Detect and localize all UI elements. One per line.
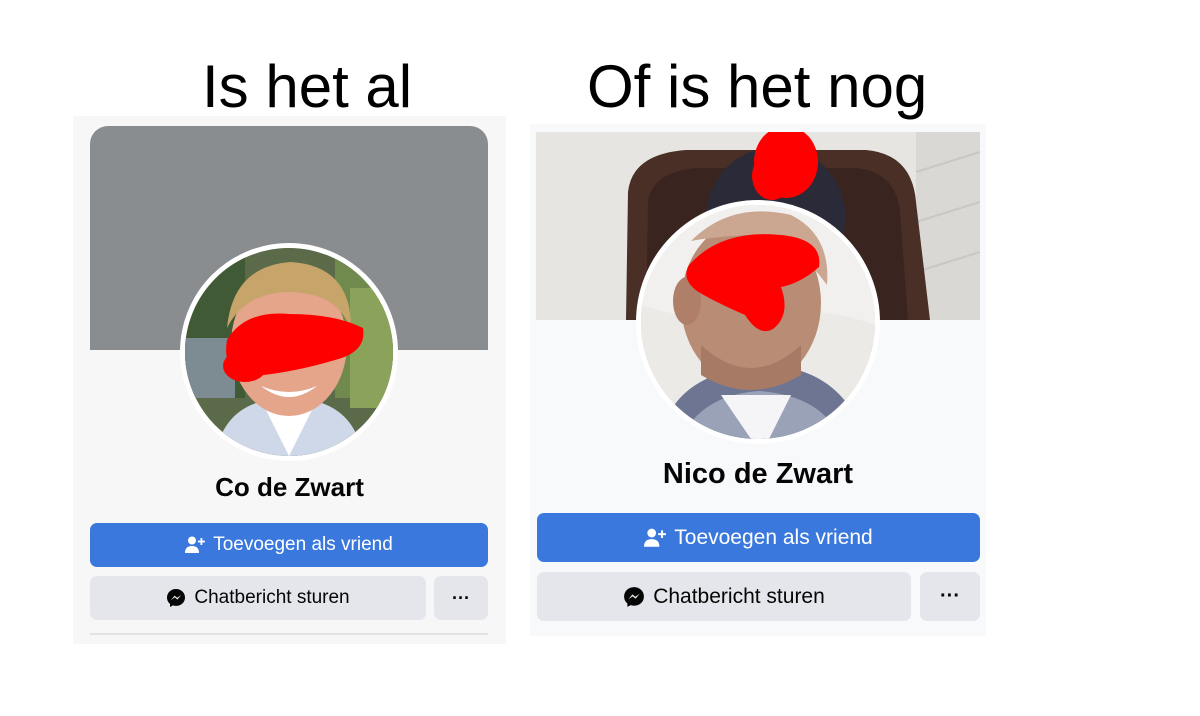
person-plus-icon: [644, 528, 667, 548]
send-message-button[interactable]: Chatbericht sturen: [90, 576, 426, 620]
profile-photo-image: [185, 248, 393, 456]
more-options-button[interactable]: ···: [434, 576, 488, 620]
profile-name: Co de Zwart: [215, 472, 364, 502]
send-message-label: Chatbericht sturen: [194, 587, 350, 608]
send-message-button[interactable]: Chatbericht sturen: [537, 572, 911, 621]
more-dots-icon: ···: [452, 587, 470, 608]
add-friend-button[interactable]: Toevoegen als vriend: [537, 513, 980, 562]
profile-card-left: Co de Zwart Toevoegen als vriend Chatber…: [73, 116, 506, 644]
send-message-label: Chatbericht sturen: [653, 584, 825, 608]
messenger-icon: [623, 586, 645, 608]
more-options-button[interactable]: ···: [920, 572, 980, 621]
add-friend-label: Toevoegen als vriend: [674, 525, 873, 549]
messenger-icon: [166, 588, 186, 608]
profile-picture[interactable]: [180, 243, 398, 461]
more-dots-icon: ···: [940, 585, 960, 607]
divider: [90, 633, 488, 635]
heading-left: Is het al: [202, 53, 413, 120]
profile-photo-image: [641, 205, 875, 439]
person-plus-icon: [185, 536, 206, 554]
profile-name: Nico de Zwart: [662, 458, 854, 490]
profile-picture[interactable]: [636, 200, 880, 444]
add-friend-button[interactable]: Toevoegen als vriend: [90, 523, 488, 567]
heading-right: Of is het nog: [587, 53, 928, 120]
profile-card-right: Nico de Zwart Toevoegen als vriend Chatb…: [530, 124, 986, 636]
add-friend-label: Toevoegen als vriend: [213, 534, 393, 555]
